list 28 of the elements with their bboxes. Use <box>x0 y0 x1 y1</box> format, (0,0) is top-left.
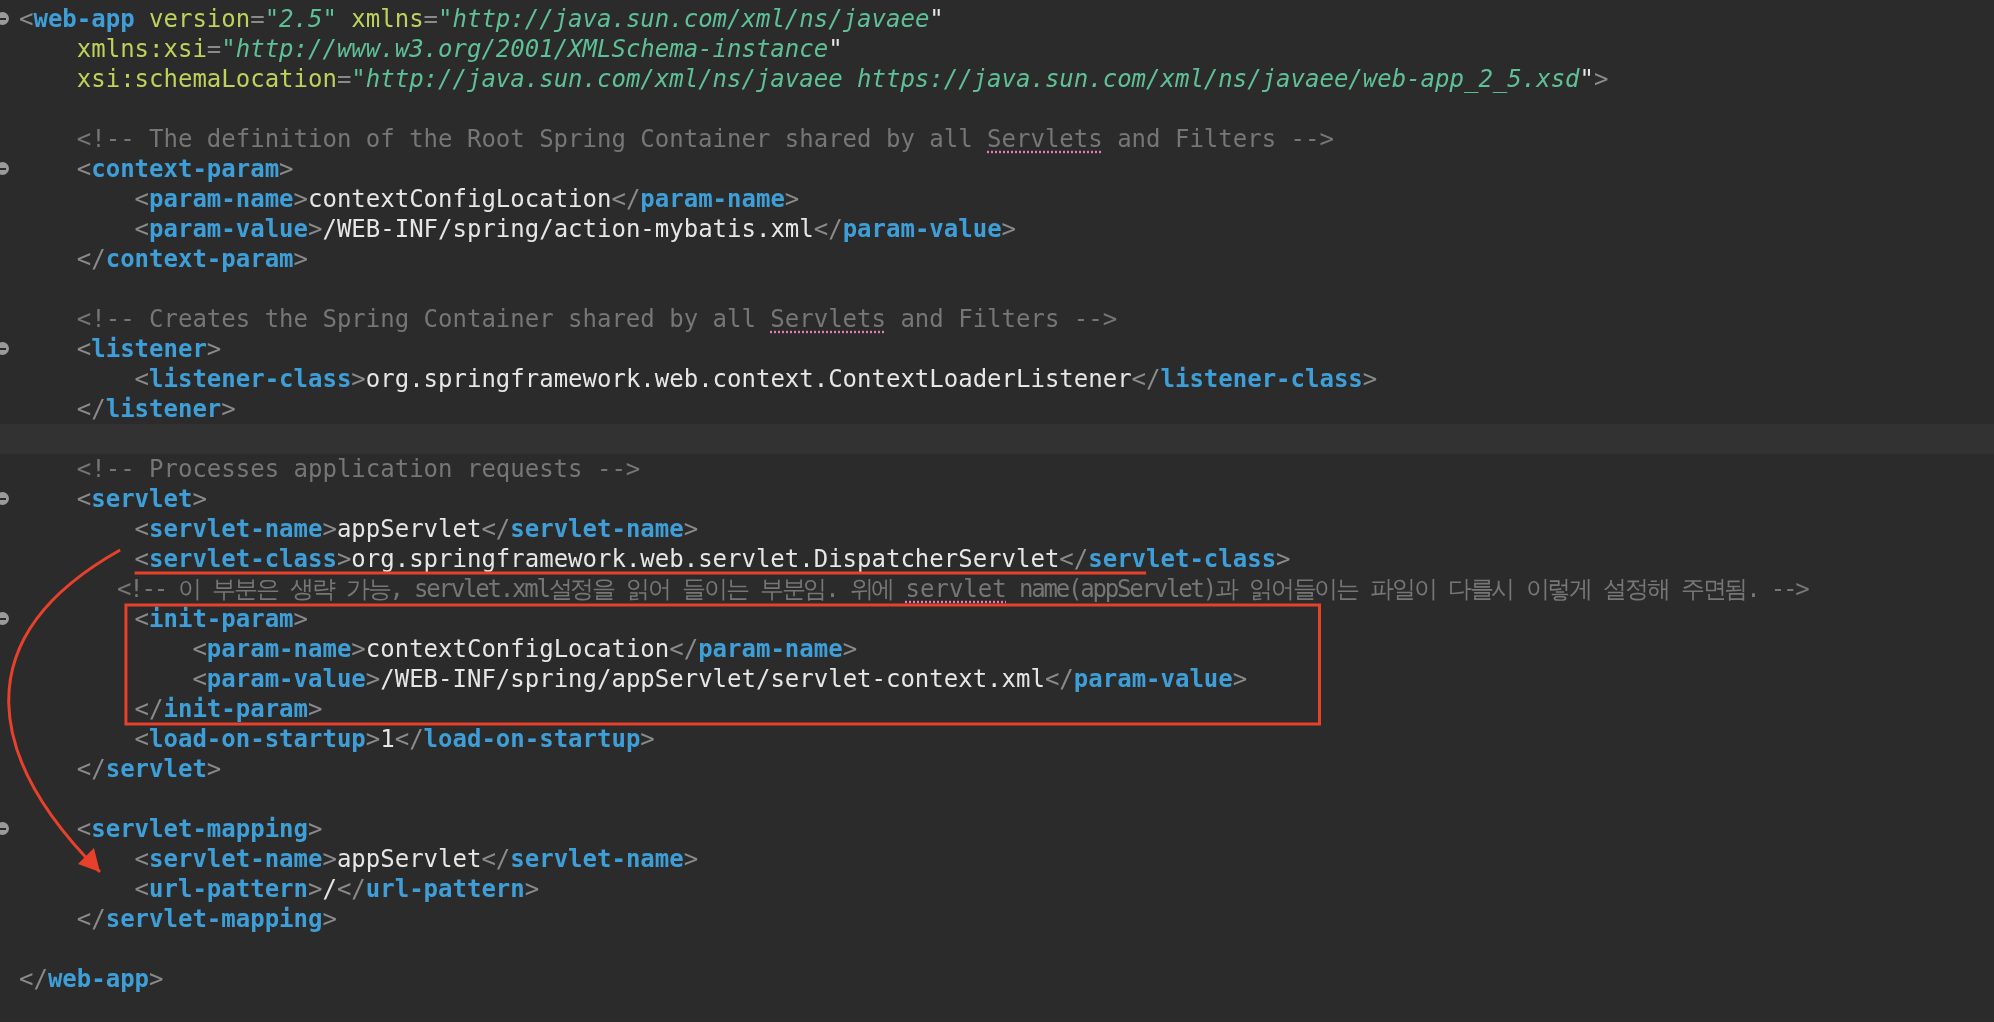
code-line: <load-on-startup>1</load-on-startup> <box>133 727 655 751</box>
code-line: <!-- The definition of the Root Spring Container shared by all Servlets and Filters --> <box>75 127 1334 151</box>
code-line: <!-- Creates the Spring Container shared by all Servlets and Filters --> <box>75 307 1118 331</box>
code-line: </listener> <box>75 397 236 421</box>
code-line: <context-param> <box>75 157 294 181</box>
code-line: <servlet> <box>75 487 207 511</box>
code-line: <!-- 이 부분은 생략 가능, servlet.xml설정을 읽어 들이는 부분임. 위에 servlet name(appServlet)과 읽어들이는 파일이 다를시 이렇게 설정해 주면됨. --> <box>116 577 1808 601</box>
code-line: <listener-class>org.springframework.web.context.ContextLoaderListener</listener-class> <box>133 367 1378 391</box>
code-line: <url-pattern>/</url-pattern> <box>133 877 540 901</box>
code-line: <servlet-class>org.springframework.web.servlet.DispatcherServlet</servlet-class> <box>133 547 1291 571</box>
code-line: </web-app> <box>19 967 164 991</box>
code-line: xsi:schemaLocation="http://java.sun.com/xml/ns/javaee https://java.sun.com/xml/ns/javaee/web-app_2_5.xsd"> <box>75 67 1609 91</box>
code-line: <servlet-name>appServlet</servlet-name> <box>133 847 699 871</box>
code-line: </servlet> <box>75 757 222 781</box>
code-line: </init-param> <box>133 697 323 721</box>
code-line: </servlet-mapping> <box>75 907 337 931</box>
code-line: <init-param> <box>133 607 308 631</box>
code-line: <param-value>/WEB-INF/spring/action-mybatis.xml</param-value> <box>133 217 1017 241</box>
code-line: <!-- Processes application requests --> <box>75 457 641 481</box>
code-line: <param-name>contextConfigLocation</param-name> <box>191 637 858 661</box>
code-line: </context-param> <box>75 247 308 271</box>
code-line: <servlet-name>appServlet</servlet-name> <box>133 517 699 541</box>
code-line: <param-name>contextConfigLocation</param-name> <box>133 187 800 211</box>
code-line: <param-value>/WEB-INF/spring/appServlet/servlet-context.xml</param-value> <box>191 667 1248 691</box>
code-line: <web-app version="2.5" xmlns="http://java.sun.com/xml/ns/javaee" <box>19 7 944 31</box>
code-line: xmlns:xsi="http://www.w3.org/2001/XMLSchema-instance" <box>75 37 843 61</box>
code-line: <listener> <box>75 337 222 361</box>
code-line: <servlet-mapping> <box>75 817 323 841</box>
